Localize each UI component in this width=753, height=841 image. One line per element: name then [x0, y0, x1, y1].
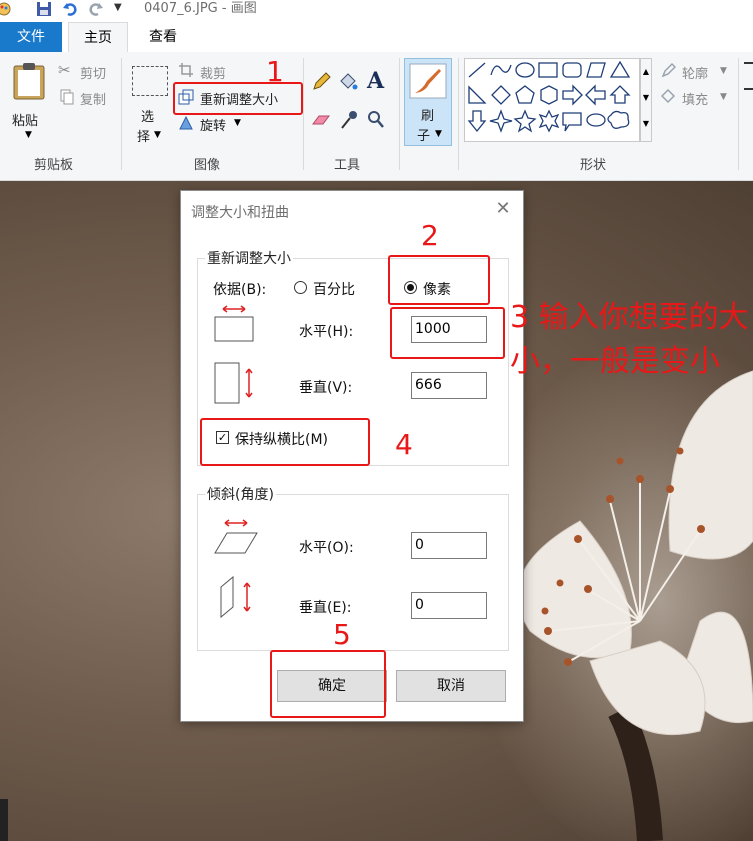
crop-label: 裁剪: [200, 67, 227, 82]
fill-bucket-icon[interactable]: [338, 72, 358, 96]
tab-view[interactable]: 查看: [136, 22, 190, 52]
paste-button[interactable]: 粘贴 ▼: [8, 58, 52, 148]
window-title: 0407_6.JPG - 画图: [144, 1, 257, 16]
skew-legend: 倾斜(角度): [205, 484, 276, 504]
annotation-step-2: 2: [421, 219, 439, 252]
outline-icon: [660, 62, 677, 82]
chevron-down-icon: ▼: [234, 118, 241, 128]
paste-label: 粘贴: [12, 114, 39, 129]
annotation-box-4: [200, 418, 370, 466]
image-group-label: 图像: [194, 158, 221, 173]
eraser-icon[interactable]: [311, 112, 331, 132]
skew-vertical-label: 垂直(E):: [299, 600, 352, 616]
annotation-step-4: 4: [395, 428, 413, 461]
copy-label: 复制: [80, 93, 107, 108]
cancel-button[interactable]: 取消: [396, 670, 506, 702]
group-divider: [121, 58, 122, 170]
cut-button[interactable]: ✂ 剪切: [58, 61, 118, 82]
outline-button[interactable]: 轮廓 ▼: [660, 61, 730, 82]
horizontal-label: 水平(H):: [299, 324, 354, 340]
pencil-icon[interactable]: [311, 72, 331, 96]
chevron-down-icon: ▼: [154, 130, 161, 140]
tab-file[interactable]: 文件: [0, 22, 62, 52]
select-label-2: 择: [137, 130, 151, 145]
group-divider: [738, 58, 739, 170]
skew-vertical-input[interactable]: 0: [411, 592, 487, 619]
brushes-button[interactable]: 刷 子 ▼: [404, 58, 452, 146]
brush-icon: [409, 63, 447, 103]
annotation-box-5: [270, 650, 386, 718]
percent-radio-dot: [294, 281, 307, 294]
annotation-box-2: [388, 255, 490, 305]
vertical-skew-icon: [217, 575, 257, 623]
paint-app-icon[interactable]: [0, 1, 12, 17]
rotate-label: 旋转: [200, 119, 227, 134]
fill-icon: [660, 88, 676, 108]
select-rect-icon: [132, 66, 168, 96]
group-divider: [458, 58, 459, 170]
percent-radio[interactable]: 百分比: [294, 279, 364, 298]
fill-label: 填充: [682, 93, 709, 108]
horizontal-resize-icon: [213, 303, 257, 347]
skew-horizontal-label: 水平(O):: [299, 540, 354, 556]
by-label: 依据(B):: [213, 282, 267, 298]
tab-home[interactable]: 主页: [68, 22, 128, 53]
canvas-corner: [0, 799, 8, 841]
shapes-gallery[interactable]: [464, 58, 640, 142]
crop-icon: [178, 62, 194, 82]
tools-group-label: 工具: [334, 158, 361, 173]
scissors-icon: ✂: [58, 61, 71, 79]
title-bar: ▼ 0407_6.JPG - 画图: [0, 0, 753, 22]
annotation-box-3: [390, 307, 505, 359]
select-label-1: 选: [141, 110, 155, 125]
chevron-down-icon: ▼: [720, 66, 727, 76]
percent-label: 百分比: [313, 282, 355, 298]
rotate-icon: [178, 115, 194, 135]
vertical-resize-icon: [213, 361, 257, 409]
clipboard-icon: [12, 62, 46, 104]
group-divider: [303, 58, 304, 170]
chevron-down-icon: ▼: [720, 92, 727, 102]
dialog-title: 调整大小和扭曲: [191, 205, 289, 221]
color-picker-icon[interactable]: [340, 110, 358, 134]
brushes-label-2: 子: [417, 129, 431, 144]
shapes-scroll[interactable]: ▲ ▼ ▼: [640, 58, 652, 142]
brushes-label-1: 刷: [421, 109, 435, 124]
line-size-icon[interactable]: [744, 62, 753, 90]
magnifier-icon[interactable]: [367, 110, 385, 134]
ribbon: 粘贴 ▼ ✂ 剪切 复制 剪贴板 选 择 ▼ 裁剪 重新调整大小 旋转 ▼ 图像…: [0, 52, 753, 181]
vertical-input[interactable]: 666: [411, 372, 487, 399]
skew-horizontal-input[interactable]: 0: [411, 532, 487, 559]
copy-icon: [60, 89, 74, 109]
save-icon[interactable]: [36, 1, 52, 17]
text-tool-icon[interactable]: A: [367, 68, 384, 94]
undo-icon[interactable]: [62, 1, 78, 17]
annotation-step-1: 1: [266, 55, 284, 88]
chevron-down-icon: ▼: [25, 130, 32, 140]
copy-button[interactable]: 复制: [58, 87, 118, 109]
fill-button[interactable]: 填充 ▼: [660, 87, 730, 108]
annotation-step-3-note: 3 输入你想要的大小，一般是变小: [510, 300, 749, 379]
shapes-group-label: 形状: [580, 158, 607, 173]
vertical-label: 垂直(V):: [299, 380, 353, 396]
group-divider: [399, 58, 400, 170]
crop-button[interactable]: 裁剪: [178, 61, 242, 82]
clipboard-group-label: 剪贴板: [34, 158, 74, 173]
cut-label: 剪切: [80, 67, 107, 82]
shapes-grid-icon: [467, 60, 631, 133]
redo-icon[interactable]: [88, 1, 104, 17]
ribbon-tabs: 文件 主页 查看: [0, 22, 753, 53]
close-icon[interactable]: ✕: [493, 200, 513, 220]
annotation-step-5: 5: [333, 618, 351, 651]
resize-legend: 重新调整大小: [205, 248, 293, 268]
horizontal-skew-icon: [213, 517, 259, 561]
select-button[interactable]: 选 择 ▼: [130, 62, 170, 152]
customize-dropdown-icon[interactable]: ▼: [114, 2, 122, 13]
outline-label: 轮廓: [682, 67, 709, 82]
rotate-button[interactable]: 旋转 ▼: [178, 113, 248, 135]
chevron-down-icon: ▼: [435, 129, 442, 139]
